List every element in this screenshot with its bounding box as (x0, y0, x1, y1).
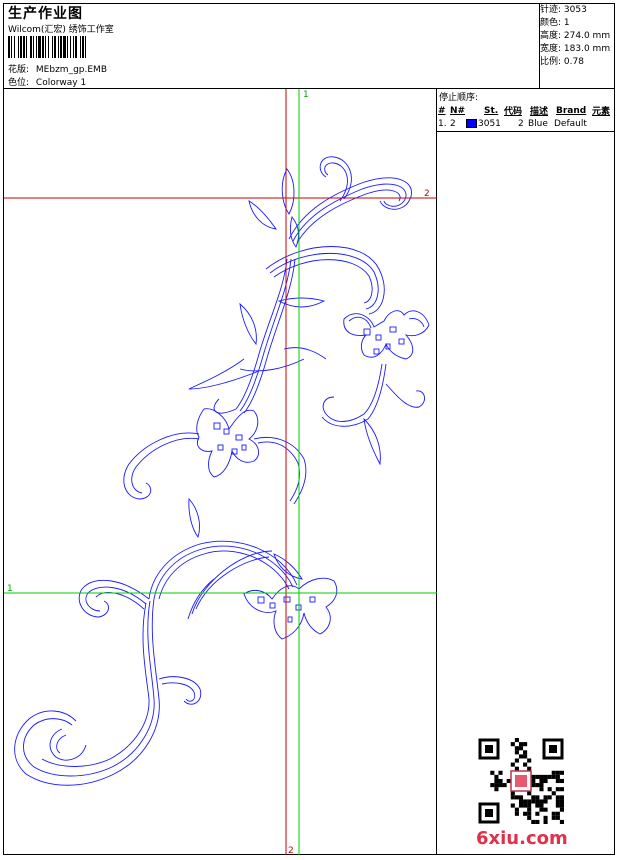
width-value: 183.0 mm (563, 44, 611, 54)
colors-value: 1 (563, 18, 570, 28)
height-value: 274.0 mm (563, 31, 611, 41)
height-label: 高度: (540, 31, 562, 41)
design-file-name: MEbzm_gp.EMB (35, 65, 107, 75)
stop-sequence-title: 停止顺序: (439, 93, 479, 103)
scale-label: 比例: (540, 57, 562, 67)
red-axis-label-right: 2 (424, 189, 430, 199)
design-file-label: 花版: (8, 65, 30, 75)
watermark-text: 6xiu.com (476, 828, 568, 849)
company-name: Wilcom(汇宏) 绣饰工作室 (8, 25, 114, 35)
col-code: 代码 (504, 107, 523, 117)
stop-sequence-header: # N# St. 代码 描述 Brand 元素 (437, 104, 615, 118)
row-code: 2 (518, 118, 524, 129)
colors-label: 颜色: (540, 18, 562, 28)
col-stitches: St. (484, 105, 499, 116)
col-brand: Brand (556, 105, 587, 116)
row-brand: Default (554, 118, 587, 129)
red-axis-label-bottom: 2 (288, 846, 294, 855)
row-index: 1. (438, 118, 447, 129)
colorway-label: 色位: (8, 78, 30, 88)
leaves (188, 168, 381, 580)
stitches-label: 针迹: (540, 5, 562, 15)
flower-upper (321, 310, 430, 427)
green-axis-label-left: 1 (7, 584, 13, 594)
col-index: # (438, 105, 446, 116)
spiral-left (14, 579, 202, 786)
row-stitches: 3051 (478, 118, 501, 129)
color-swatch (466, 119, 477, 128)
colorway-name: Colorway 1 (35, 78, 87, 88)
stop-sequence-row[interactable]: 1. 2 3051 2 Blue Default (437, 117, 615, 130)
flower-middle (123, 408, 307, 505)
design-stats: 针迹: 3053 颜色: 1 高度: 274.0 mm 宽度: 183.0 mm… (540, 4, 616, 69)
design-file-row: 花版: MEbzm_gp.EMB (8, 62, 107, 75)
row-description: Blue (528, 118, 548, 129)
colorway-row: 色位: Colorway 1 (8, 75, 86, 88)
barcode (8, 36, 150, 58)
col-description: 描述 (530, 107, 549, 117)
page-title: 生产作业图 (8, 6, 83, 22)
width-label: 宽度: (540, 44, 562, 54)
embroidery-design (14, 156, 430, 786)
qr-code (478, 738, 564, 824)
row-needle: 2 (450, 118, 456, 129)
green-axis-label-top: 1 (303, 90, 309, 100)
scale-value: 0.78 (563, 57, 584, 67)
barcode-bar (86, 36, 88, 58)
col-element: 元素 (592, 107, 611, 117)
main-vine (188, 156, 412, 414)
col-needle: N# (450, 105, 466, 116)
flower-lower (148, 540, 338, 640)
stop-sequence-panel: 停止顺序: # N# St. 代码 描述 Brand 元素 1. 2 3051 … (437, 89, 615, 132)
embroidery-canvas[interactable]: 2 2 1 1 (4, 89, 437, 855)
stitches-value: 3053 (563, 5, 587, 15)
table-bottom-rule (437, 131, 615, 132)
